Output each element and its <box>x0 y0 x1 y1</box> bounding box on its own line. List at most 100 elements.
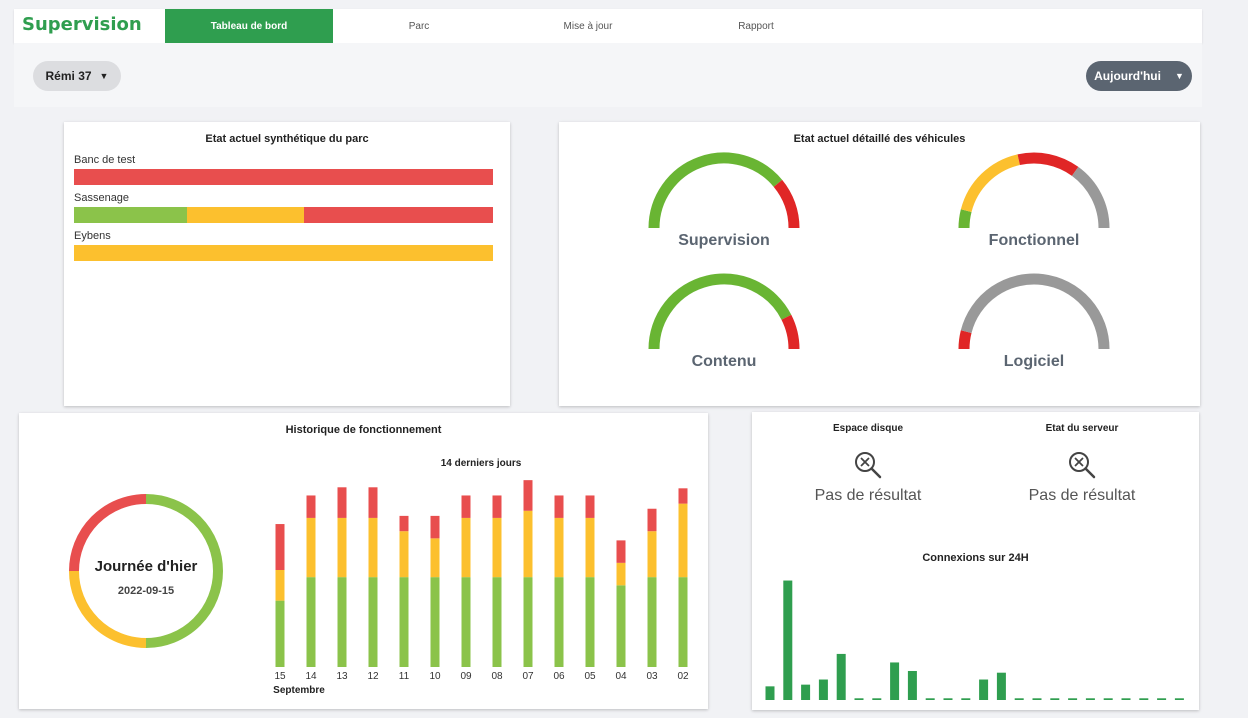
history-tick-label: 05 <box>584 671 596 682</box>
history-tick-label: 14 <box>305 671 317 682</box>
connection-bar <box>996 672 1006 700</box>
history-tick-label: 02 <box>677 671 689 682</box>
site-bar-segment <box>74 169 493 185</box>
tab-rapport[interactable]: Rapport <box>672 9 840 43</box>
gauge-logiciel: Logiciel <box>949 267 1119 377</box>
gauge-segment <box>1071 166 1110 229</box>
user-selector[interactable]: Rémi 37 ▼ <box>33 61 121 91</box>
connection-bar <box>961 698 971 700</box>
history-bar-segment <box>275 600 285 667</box>
connection-bar <box>1103 698 1113 700</box>
connection-bar <box>854 698 864 700</box>
history-bar-segment <box>368 577 378 667</box>
connection-bar <box>1068 698 1078 700</box>
history-bar-segment <box>492 577 502 667</box>
site-bar-segment <box>304 207 493 223</box>
history-tick-label: 10 <box>429 671 441 682</box>
history-tick-label: 03 <box>646 671 658 682</box>
history-bars-subtitle: 14 derniers jours <box>440 458 522 469</box>
history-bar-segment <box>647 577 657 667</box>
history-bar-segment <box>306 577 316 667</box>
gauge-segment <box>773 179 800 229</box>
connection-bar <box>872 698 882 700</box>
connection-bar <box>1121 698 1131 700</box>
history-bar-segment <box>616 585 626 667</box>
gauge-segment <box>958 330 972 350</box>
connection-bar <box>907 670 917 700</box>
donut-date: 2022-09-15 <box>117 585 175 597</box>
caret-down-icon: ▼ <box>1174 71 1184 81</box>
history-bar-segment <box>585 577 595 667</box>
history-bar-segment <box>554 517 564 578</box>
tab-parc[interactable]: Parc <box>335 9 503 43</box>
history-bar-segment <box>647 531 657 578</box>
connection-bar <box>765 686 775 700</box>
history-month-label: Septembre <box>273 685 325 696</box>
caret-down-icon: ▼ <box>99 71 109 81</box>
history-bar-segment <box>461 577 471 667</box>
history-bar-segment <box>461 517 471 578</box>
gauge-segment <box>1017 152 1079 176</box>
connection-bar <box>783 580 793 700</box>
connection-bar <box>801 684 811 700</box>
history-bar-segment <box>678 503 688 578</box>
vehicles-detail-title: Etat actuel détaillé des véhicules <box>793 133 966 145</box>
connection-bar <box>1174 698 1184 700</box>
history-bar-segment <box>492 517 502 578</box>
history-bar-segment <box>399 577 409 667</box>
history-bar-segment <box>430 577 440 667</box>
history-tick-label: 04 <box>615 671 627 682</box>
site-status-bar <box>74 169 493 185</box>
history-bar-segment <box>678 488 688 504</box>
connection-bar <box>1085 698 1095 700</box>
site-status-bar <box>74 207 493 223</box>
gauge-segment <box>648 273 792 350</box>
tab-tableau-de-bord[interactable]: Tableau de bord <box>165 9 333 43</box>
server-status-empty: Pas de résultat <box>992 450 1172 505</box>
parc-summary-card: Etat actuel synthétique du parc Banc de … <box>64 122 510 406</box>
history-tick-label: 08 <box>491 671 503 682</box>
history-tick-label: 07 <box>522 671 534 682</box>
history-bar-segment <box>492 495 502 518</box>
gauge-segment <box>960 154 1021 213</box>
history-bar-segment <box>523 577 533 667</box>
gauge-label: Contenu <box>691 353 757 370</box>
history-bar-segment <box>275 570 285 601</box>
history-tick-label: 11 <box>399 671 410 682</box>
history-tick-label: 15 <box>274 671 286 682</box>
no-result-text: Pas de résultat <box>814 487 922 504</box>
history-bar-segment <box>399 531 409 578</box>
toolbar: Rémi 37 ▼ Aujourd'hui ▼ <box>14 43 1202 107</box>
donut-slice <box>69 570 147 648</box>
connection-bar <box>1139 698 1149 700</box>
history-tick-label: 12 <box>367 671 379 682</box>
connection-bar <box>818 679 828 700</box>
site-bar-segment <box>74 245 493 261</box>
history-bar-segment <box>337 487 347 518</box>
gauge-label: Logiciel <box>1003 353 1065 370</box>
user-selector-label: Rémi 37 <box>45 69 92 83</box>
connections-bar-chart <box>765 580 1184 700</box>
gauge-segment <box>648 152 783 229</box>
site-bar-segment <box>187 207 305 223</box>
gauge-segment <box>960 273 1110 350</box>
history-card: Historique de fonctionnement Journée d'h… <box>19 413 708 709</box>
connection-bar <box>943 698 953 700</box>
history-bar-segment <box>430 538 440 578</box>
tab-mise-a-jour[interactable]: Mise à jour <box>504 9 672 43</box>
site-status-bar <box>74 245 493 261</box>
server-card: Espace disque Etat du serveur Pas de rés… <box>752 412 1199 710</box>
site-label: Eybens <box>74 230 111 242</box>
history-bar-segment <box>337 577 347 667</box>
connection-bar <box>925 698 935 700</box>
no-result-text: Pas de résultat <box>1028 487 1136 504</box>
connection-bar <box>890 662 900 700</box>
gauge-segment <box>958 209 972 229</box>
disk-space-title: Espace disque <box>832 423 904 434</box>
date-selector[interactable]: Aujourd'hui ▼ <box>1086 61 1192 91</box>
history-bar-segment <box>430 515 440 539</box>
disk-space-empty: Pas de résultat <box>778 450 958 505</box>
site-label: Banc de test <box>74 154 136 166</box>
top-navbar: Supervision Tableau de bord Parc Mise à … <box>14 9 1202 43</box>
history-bar-chart: 15 14 13 12 11 10 09 08 07 06 05 04 03 02 <box>274 480 689 682</box>
